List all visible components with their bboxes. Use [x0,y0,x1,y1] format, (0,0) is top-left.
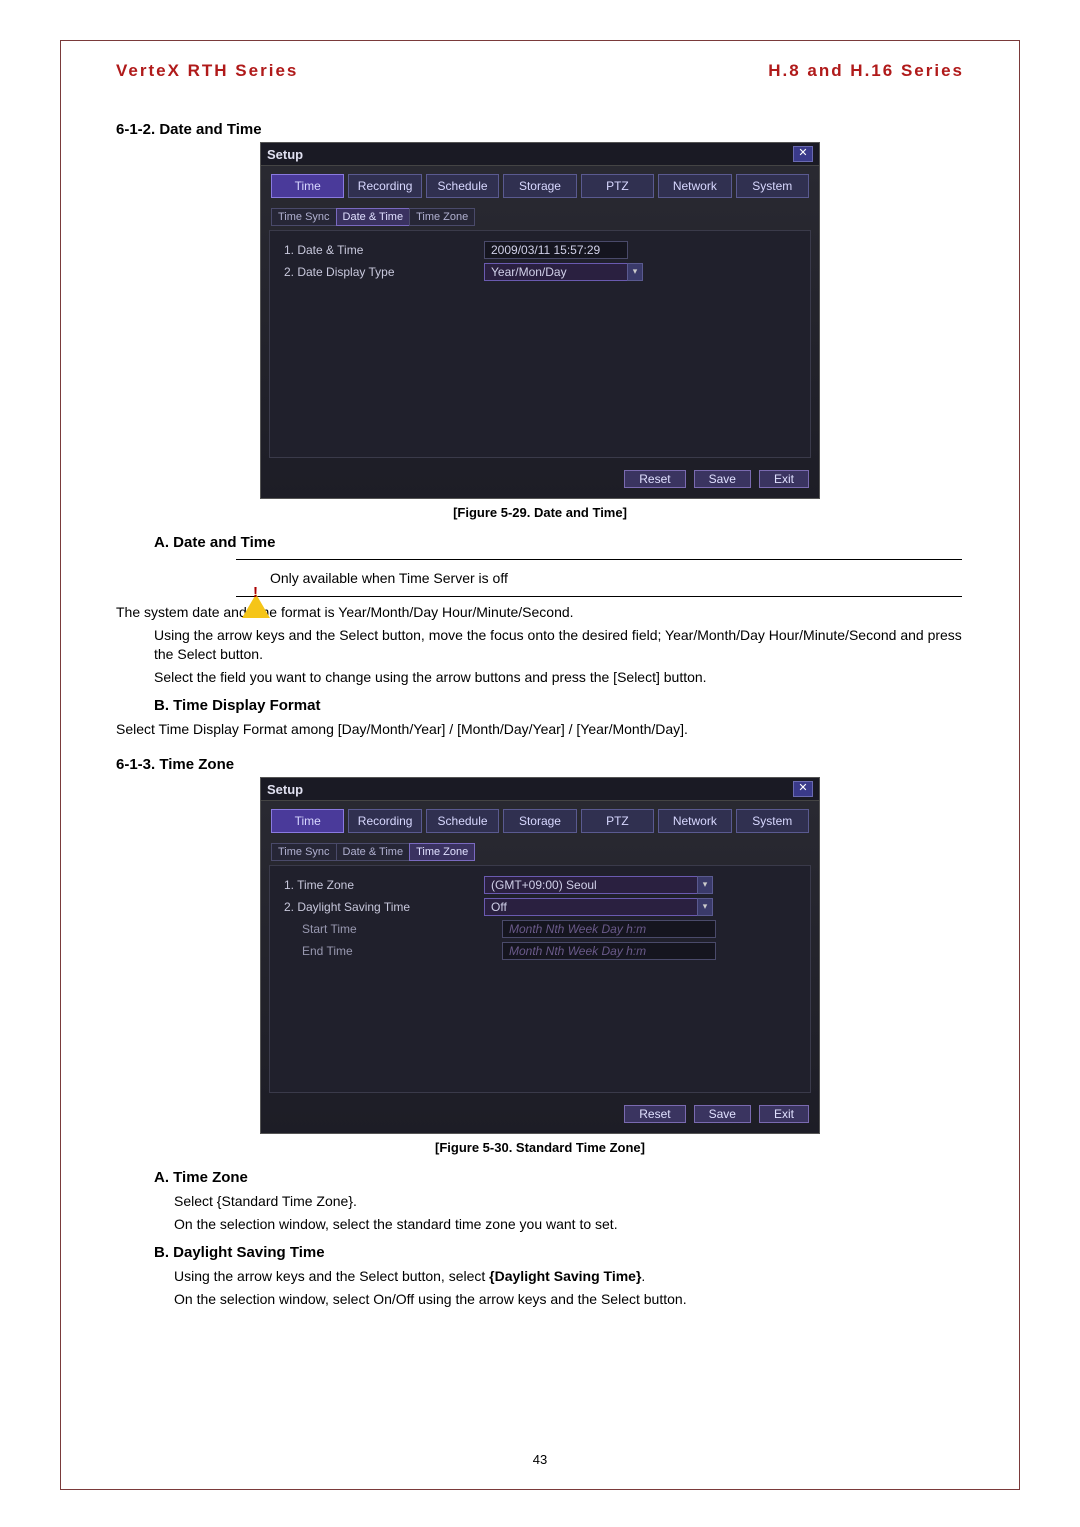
tab-schedule[interactable]: Schedule [426,174,499,198]
para-2: Select Time Display Format among [Day/Mo… [116,720,964,739]
exit-button[interactable]: Exit [759,1105,809,1123]
tab-time[interactable]: Time [271,174,344,198]
figure-caption-2: [Figure 5-30. Standard Time Zone] [116,1140,964,1155]
label-date-time: 1. Date & Time [284,243,484,257]
tab-recording[interactable]: Recording [348,174,421,198]
field-start-time: Month Nth Week Day h:m [502,920,716,938]
subhead-a-time-zone: A. Time Zone [154,1169,964,1186]
subtab-time-zone[interactable]: Time Zone [409,843,475,861]
label-date-display-type: 2. Date Display Type [284,265,484,279]
save-button[interactable]: Save [694,1105,751,1123]
para-1b: Using the arrow keys and the Select butt… [116,626,964,664]
header-left: VerteX RTH Series [116,61,298,81]
tab-network[interactable]: Network [658,174,731,198]
warning-box: ! Only available when Time Server is off [236,559,962,597]
label-time-zone: 1. Time Zone [284,878,484,892]
subtab-date-time[interactable]: Date & Time [336,208,411,226]
field-time-zone[interactable]: (GMT+09:00) Seoul [484,876,698,894]
close-icon[interactable]: ✕ [793,781,813,797]
subtab-time-zone[interactable]: Time Zone [409,208,475,226]
page-header: VerteX RTH Series H.8 and H.16 Series [116,61,964,81]
para-4a-pre: Using the arrow keys and the Select butt… [174,1268,489,1284]
screenshot-date-time: Setup ✕ Time Recording Schedule Storage … [260,142,820,499]
para-3b: On the selection window, select the stan… [116,1215,964,1234]
tab-storage[interactable]: Storage [503,809,576,833]
tab-schedule[interactable]: Schedule [426,809,499,833]
section-6-1-3-heading: 6-1-3. Time Zone [116,756,964,773]
para-3a: Select {Standard Time Zone}. [116,1192,964,1211]
reset-button[interactable]: Reset [624,1105,685,1123]
field-date-time[interactable]: 2009/03/11 15:57:29 [484,241,628,259]
field-end-time: Month Nth Week Day h:m [502,942,716,960]
para-4a: Using the arrow keys and the Select butt… [116,1267,964,1286]
para-4a-bold: {Daylight Saving Time} [489,1268,641,1284]
tab-recording[interactable]: Recording [348,809,421,833]
field-date-display-type[interactable]: Year/Mon/Day [484,263,628,281]
save-button[interactable]: Save [694,470,751,488]
section-6-1-2-heading: 6-1-2. Date and Time [116,121,964,138]
tab-system[interactable]: System [736,809,809,833]
warning-text: Only available when Time Server is off [270,570,508,586]
para-1c: Select the field you want to change usin… [116,668,964,687]
field-dst[interactable]: Off [484,898,698,916]
subhead-a-date-time: A. Date and Time [154,534,964,551]
subhead-b-dst: B. Daylight Saving Time [154,1244,964,1261]
para-4b: On the selection window, select On/Off u… [116,1290,964,1309]
subtab-time-sync[interactable]: Time Sync [271,208,337,226]
close-icon[interactable]: ✕ [793,146,813,162]
tab-ptz[interactable]: PTZ [581,809,654,833]
label-start-time: Start Time [284,922,502,936]
subtab-date-time[interactable]: Date & Time [336,843,411,861]
chevron-down-icon[interactable]: ▾ [627,263,643,281]
page-number: 43 [61,1452,1019,1467]
para-4a-post: . [641,1268,645,1284]
dialog-title: Setup [267,147,303,162]
tab-system[interactable]: System [736,174,809,198]
exit-button[interactable]: Exit [759,470,809,488]
tab-time[interactable]: Time [271,809,344,833]
label-end-time: End Time [284,944,502,958]
subtab-time-sync[interactable]: Time Sync [271,843,337,861]
reset-button[interactable]: Reset [624,470,685,488]
screenshot-time-zone: Setup ✕ Time Recording Schedule Storage … [260,777,820,1134]
dialog-title: Setup [267,782,303,797]
tab-storage[interactable]: Storage [503,174,576,198]
chevron-down-icon[interactable]: ▾ [697,898,713,916]
subhead-b-time-display: B. Time Display Format [154,697,964,714]
figure-caption-1: [Figure 5-29. Date and Time] [116,505,964,520]
label-dst: 2. Daylight Saving Time [284,900,484,914]
tab-network[interactable]: Network [658,809,731,833]
header-right: H.8 and H.16 Series [768,61,964,81]
tab-ptz[interactable]: PTZ [581,174,654,198]
chevron-down-icon[interactable]: ▾ [697,876,713,894]
